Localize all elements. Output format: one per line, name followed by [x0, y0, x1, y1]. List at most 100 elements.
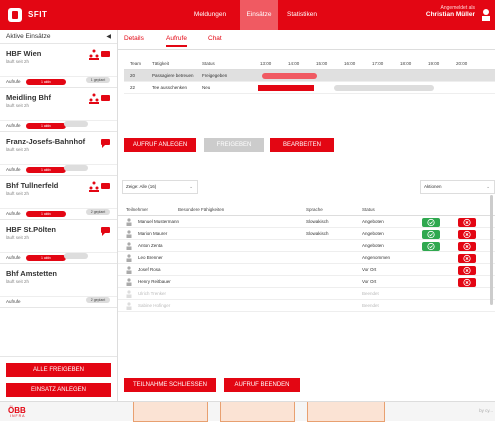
participant-row[interactable]: Marion Maurer Slowakisch Angeboten [118, 228, 495, 240]
tab-aufrufe[interactable]: Aufrufe [166, 35, 187, 47]
accept-button[interactable] [422, 217, 440, 227]
participant-row[interactable]: Henry Reitbauer Vor Ort [118, 276, 495, 288]
show-filter-select[interactable]: Zeige: Alle (16) ⌄ [122, 180, 198, 194]
person-icon [126, 266, 132, 274]
deployment-card-meidling[interactable]: Meidling Bhf läuft seit 2h Aufrufe 1 akt… [0, 88, 117, 132]
calls-label: Aufrufe [6, 123, 21, 128]
participant-status: Beendet [362, 303, 379, 308]
chat-icon [101, 139, 110, 148]
deployment-card-hbf-wien[interactable]: HBF Wien läuft seit 2h Aufrufe 1 aktiv 1… [0, 44, 117, 88]
end-call-button[interactable]: AUFRUF BEENDEN [224, 378, 300, 392]
participant-name: Leo Brenner [138, 255, 163, 260]
time-1300: 13:00 [260, 61, 272, 66]
check-icon [427, 218, 435, 226]
participant-status: Angeboten [362, 231, 384, 236]
timeline-row-selected[interactable]: 20 Passagiere betreuen Freigegeben [124, 70, 495, 82]
participant-row[interactable]: Manuel Mustermann Slowakisch Angeboten [118, 216, 495, 228]
collapse-sidebar-icon[interactable]: ◀ [106, 30, 111, 44]
close-participation-button[interactable]: TEILNAHME SCHLIESSEN [124, 378, 216, 392]
participant-name: Ulrich Trenker [138, 291, 167, 296]
participant-row[interactable]: Leo Brenner Angenommen [118, 252, 495, 264]
row-task: Tee ausschenken [152, 85, 188, 90]
time-1800: 18:00 [400, 61, 412, 66]
deployment-card-amstetten[interactable]: Bhf Amstetten läuft seit 2h Aufrufe 2 ge… [0, 264, 117, 308]
participant-status: Angeboten [362, 219, 384, 224]
check-icon [427, 242, 435, 250]
footer-tab[interactable] [133, 402, 208, 422]
footer-tab[interactable] [220, 402, 295, 422]
col-status: Status [202, 61, 215, 66]
deployment-card-tullnerfeld[interactable]: Bhf Tullnerfeld läuft seit 2h Aufrufe 1 … [0, 176, 117, 220]
col-participant: Teilnehmer [126, 207, 149, 212]
create-call-button[interactable]: AUFRUF ANLEGEN [124, 138, 196, 152]
edit-button[interactable]: BEARBEITEN [270, 138, 334, 152]
release-button[interactable]: FREIGEBEN [204, 138, 264, 152]
timeline-bar-planned[interactable] [334, 85, 434, 91]
close-icon [463, 218, 471, 226]
accept-button[interactable] [422, 241, 440, 251]
nav-meldungen[interactable]: Meldungen [180, 0, 240, 30]
release-all-button[interactable]: ALLE FREIGEBEN [6, 363, 111, 377]
participant-row[interactable]: Anton Zenta Angeboten [118, 240, 495, 252]
nav-statistiken[interactable]: Statistiken [278, 0, 326, 30]
card-subtitle: läuft seit 2h [6, 235, 30, 240]
accept-button[interactable] [422, 229, 440, 239]
participant-name: Anton Zenta [138, 243, 163, 248]
card-subtitle: läuft seit 2h [6, 279, 30, 284]
timeline-row[interactable]: 22 Tee ausschenken Neu [124, 82, 495, 94]
row-task: Passagiere betreuen [152, 73, 194, 78]
col-language: Sprache [306, 207, 323, 212]
deployment-card-franz-josefs[interactable]: Franz-Josefs-Bahnhof läuft seit 2h Aufru… [0, 132, 117, 176]
active-calls-badge: 1 aktiv [26, 79, 66, 85]
app-logo-icon [8, 8, 22, 22]
active-calls-badge: 1 aktiv [26, 123, 66, 129]
sidebar: Aktive Einsätze ◀ HBF Wien läuft seit 2h… [0, 30, 118, 431]
footer-tab[interactable] [307, 402, 385, 422]
time-2000: 20:00 [456, 61, 468, 66]
row-status: Freigegeben [202, 73, 228, 78]
tab-chat[interactable]: Chat [208, 35, 222, 42]
timeline-bar-new[interactable] [258, 85, 314, 91]
reject-button[interactable] [458, 253, 476, 263]
participant-name: Manuel Mustermann [138, 219, 180, 224]
actions-select[interactable]: Aktionen ⌄ [420, 180, 495, 194]
reject-button[interactable] [458, 217, 476, 227]
person-icon [126, 290, 132, 298]
chat-icon [101, 227, 110, 236]
calls-label: Aufrufe [6, 255, 21, 260]
create-deployment-button[interactable]: EINSATZ ANLEGEN [6, 383, 111, 397]
planned-calls-badge [64, 253, 88, 259]
time-1400: 14:00 [288, 61, 300, 66]
row-status: Neu [202, 85, 211, 90]
reject-button[interactable] [458, 277, 476, 287]
user-icon[interactable] [481, 8, 491, 22]
reject-button[interactable] [458, 241, 476, 251]
user-name: Christian Müller [425, 11, 475, 18]
planned-calls-badge: 2 geplant [86, 297, 110, 303]
card-title: HBF St.Pölten [6, 225, 56, 234]
participant-row[interactable]: Ulrich Trenker Beendet [118, 288, 495, 300]
card-title: Meidling Bhf [6, 93, 51, 102]
close-icon [463, 266, 471, 274]
reject-button[interactable] [458, 265, 476, 275]
top-bar: SFIT Meldungen Einsätze Statistiken Ange… [0, 0, 495, 30]
team-chat-icon [89, 93, 110, 104]
close-icon [463, 230, 471, 238]
col-task: Tätigkeit [152, 61, 170, 66]
card-title: HBF Wien [6, 49, 42, 58]
participant-name: Josef Rosa [138, 267, 161, 272]
deployment-card-st-poelten[interactable]: HBF St.Pölten läuft seit 2h Aufrufe 1 ak… [0, 220, 117, 264]
team-chat-icon [89, 49, 110, 60]
timeline-bar-active[interactable] [262, 73, 317, 79]
tab-details[interactable]: Details [124, 35, 144, 42]
col-skills: Besondere Fähigkeiten [178, 207, 225, 212]
scrollbar[interactable] [490, 195, 493, 305]
timeline-header: Team Tätigkeit Status 13:00 14:00 15:00 … [124, 58, 495, 70]
reject-button[interactable] [458, 229, 476, 239]
sidebar-header: Aktive Einsätze ◀ [0, 30, 117, 44]
sidebar-title: Aktive Einsätze [6, 33, 51, 40]
user-info[interactable]: Angemeldet als Christian Müller [426, 5, 475, 18]
participant-row[interactable]: Josef Rosa Vor Ort [118, 264, 495, 276]
participant-row[interactable]: Sabine Hofinger Beendet [118, 300, 495, 312]
nav-einsaetze[interactable]: Einsätze [240, 0, 278, 30]
